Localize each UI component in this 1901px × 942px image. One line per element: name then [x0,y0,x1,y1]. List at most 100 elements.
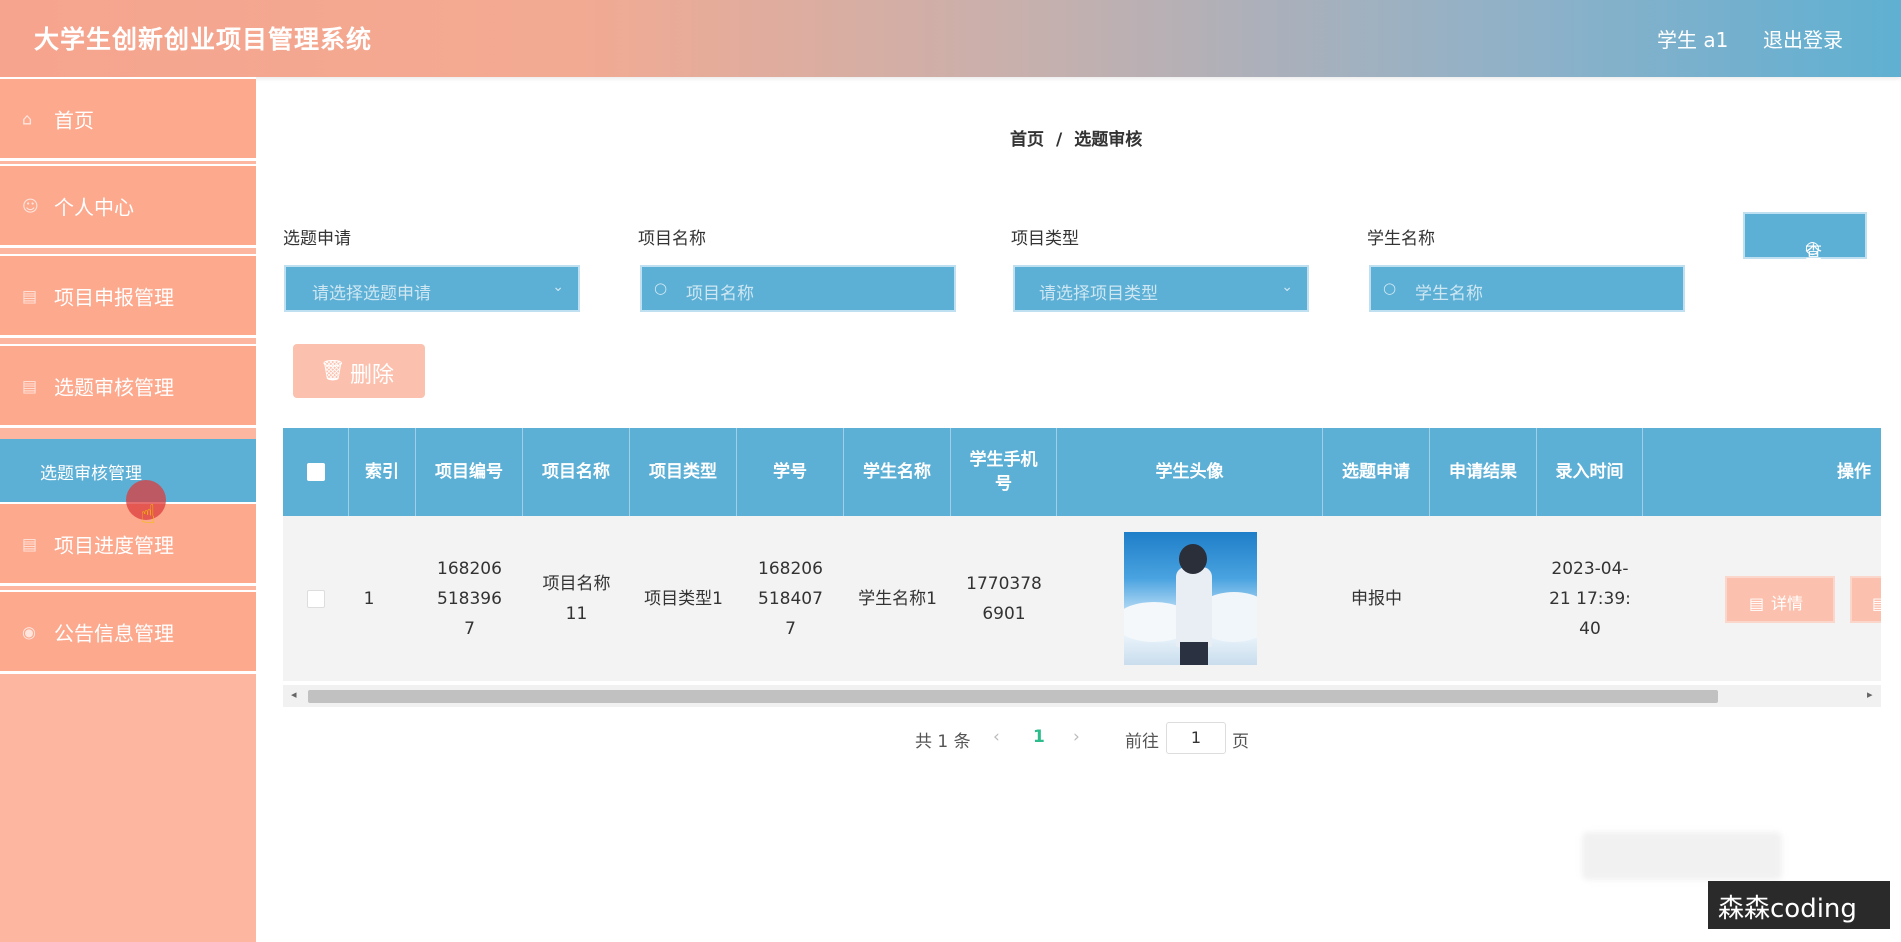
horizontal-scrollbar[interactable]: ◂ ▸ [283,685,1881,707]
page-number-current[interactable]: 1 [1033,727,1045,747]
user-icon: ☺ [22,196,39,215]
filter-label-student-name: 学生名称 [1367,229,1435,249]
page-jump-input[interactable]: 1 [1166,722,1226,754]
header-index: 索引 [349,428,416,516]
next-page-icon[interactable]: › [1073,727,1080,747]
table-header: 索引 项目编号 项目名称 项目类型 学号 学生名称 学生手机号 学生头像 选题申… [283,428,1881,516]
scrollbar-thumb[interactable] [308,690,1718,703]
delete-button-label: 删除 [350,363,395,388]
chevron-down-icon: ⌄ [552,279,564,295]
cell-time: 2023-04-21 17:39:40 [1549,558,1631,639]
home-icon: ⌂ [22,109,33,128]
breadcrumb-separator: / [1056,130,1063,150]
cell-project-type: 项目类型1 [644,588,723,609]
search-icon: ○ [1805,238,1820,258]
student-name-placeholder: 学生名称 [1415,284,1483,304]
scroll-right-icon[interactable]: ▸ [1867,688,1873,701]
folder-icon: ▤ [22,286,38,305]
cell-project-name: 项目名称11 [542,573,611,624]
trash-icon: 🗑 [320,358,346,382]
row-checkbox[interactable] [307,589,325,608]
delete-button[interactable]: 🗑 删除 [293,344,425,398]
project-type-placeholder: 请选择项目类型 [1039,284,1158,304]
header-avatar: 学生头像 [1057,428,1323,516]
document-icon: ▤ [1749,594,1765,613]
table-row: 1 1682065183967 项目名称11 项目类型1 16820651840… [283,516,1881,681]
avatar-head [1178,544,1207,574]
header-select-all[interactable] [283,428,349,516]
cell-apply: 申报中 [1351,588,1402,609]
header-project-type: 项目类型 [630,428,737,516]
pagination-goto-label: 前往 [1125,732,1159,752]
search-icon: ○ [654,279,668,297]
project-name-input[interactable]: ○ 项目名称 [640,265,956,312]
apply-select-placeholder: 请选择选题申请 [312,284,431,304]
sidebar-item-project-report[interactable]: ▤ 项目申报管理 [0,254,256,338]
watermark-text: 森森coding [1718,894,1857,924]
detail-button[interactable]: ▤ 详情 [1725,576,1835,623]
top-header: 大学生创新创业项目管理系统 学生 a1 退出登录 [0,0,1901,77]
cell-result [1430,516,1537,681]
header-time: 录入时间 [1537,428,1643,516]
sidebar-item-label: 首页 [54,108,94,132]
blurred-overlay [1582,832,1782,880]
header-phone: 学生手机号 [951,428,1057,516]
header-ops: 操作 [1837,462,1871,482]
filter-label-project-name: 项目名称 [638,229,706,249]
pagination-unit: 页 [1232,732,1249,752]
project-name-placeholder: 项目名称 [686,284,754,304]
cell-student-no: 1682065184077 [758,558,823,639]
select-all-checkbox[interactable] [306,463,325,481]
query-button[interactable]: 查询 ○ [1743,212,1867,288]
data-table: 索引 项目编号 项目名称 项目类型 学号 学生名称 学生手机号 学生头像 选题申… [283,428,1881,710]
header-student-name: 学生名称 [844,428,951,516]
sidebar-item-label: 项目申报管理 [54,285,174,309]
header-result: 申请结果 [1430,428,1537,516]
bell-icon: ◉ [22,622,36,641]
row-select[interactable] [283,516,349,681]
scroll-left-icon[interactable]: ◂ [291,688,297,701]
logout-link[interactable]: 退出登录 [1763,24,1843,53]
project-type-select[interactable]: 请选择项目类型 ⌄ [1013,265,1309,312]
app-title: 大学生创新创业项目管理系统 [34,25,373,54]
edit-button[interactable]: ▤ [1850,576,1881,623]
student-avatar[interactable] [1123,532,1257,665]
breadcrumb: 首页 / 选题审核 [1010,125,1142,150]
student-name-input[interactable]: ○ 学生名称 [1369,265,1685,312]
filter-label-project-type: 项目类型 [1011,229,1079,249]
cell-project-no: 1682065183967 [437,558,502,639]
header-student-no: 学号 [737,428,844,516]
sidebar-subitem-label: 选题审核管理 [40,464,142,484]
filter-label-apply: 选题申请 [283,229,351,249]
folder-icon: ▤ [22,376,38,395]
detail-button-label: 详情 [1771,594,1804,613]
breadcrumb-home[interactable]: 首页 [1010,130,1044,150]
watermark: 森森coding [1708,881,1890,929]
current-user[interactable]: 学生 a1 [1657,24,1728,53]
sidebar-item-topic-review[interactable]: ▤ 选题审核管理 [0,344,256,428]
pagination-total: 共 1 条 [915,732,971,752]
cell-student-name: 学生名称1 [858,588,937,609]
prev-page-icon[interactable]: ‹ [993,727,1000,747]
folder-icon: ▤ [22,534,38,553]
hand-cursor-icon: ☝ [140,500,156,530]
sidebar-item-label: 公告信息管理 [54,621,174,645]
avatar-figure [1175,567,1212,647]
sidebar-item-label: 项目进度管理 [54,533,174,557]
header-project-name: 项目名称 [523,428,630,516]
avatar-legs [1179,642,1208,665]
apply-select[interactable]: 请选择选题申请 ⌄ [284,265,580,312]
sidebar-item-label: 选题审核管理 [54,375,174,399]
sidebar-item-announcement[interactable]: ◉ 公告信息管理 [0,590,256,674]
sidebar-item-home[interactable]: ⌂ 首页 [0,77,256,161]
breadcrumb-current: 选题审核 [1074,130,1143,150]
search-icon: ○ [1383,279,1397,297]
sidebar-item-personal-center[interactable]: ☺ 个人中心 [0,164,256,248]
sidebar-item-label: 个人中心 [54,195,134,219]
cell-ops: ▤ 详情 ▤ [1643,516,1881,681]
sidebar-item-project-progress[interactable]: ▤ 项目进度管理 [0,502,256,586]
header-project-no: 项目编号 [416,428,523,516]
header-apply: 选题申请 [1323,428,1430,516]
cell-avatar [1057,516,1323,681]
cell-phone: 17703786901 [966,573,1042,624]
